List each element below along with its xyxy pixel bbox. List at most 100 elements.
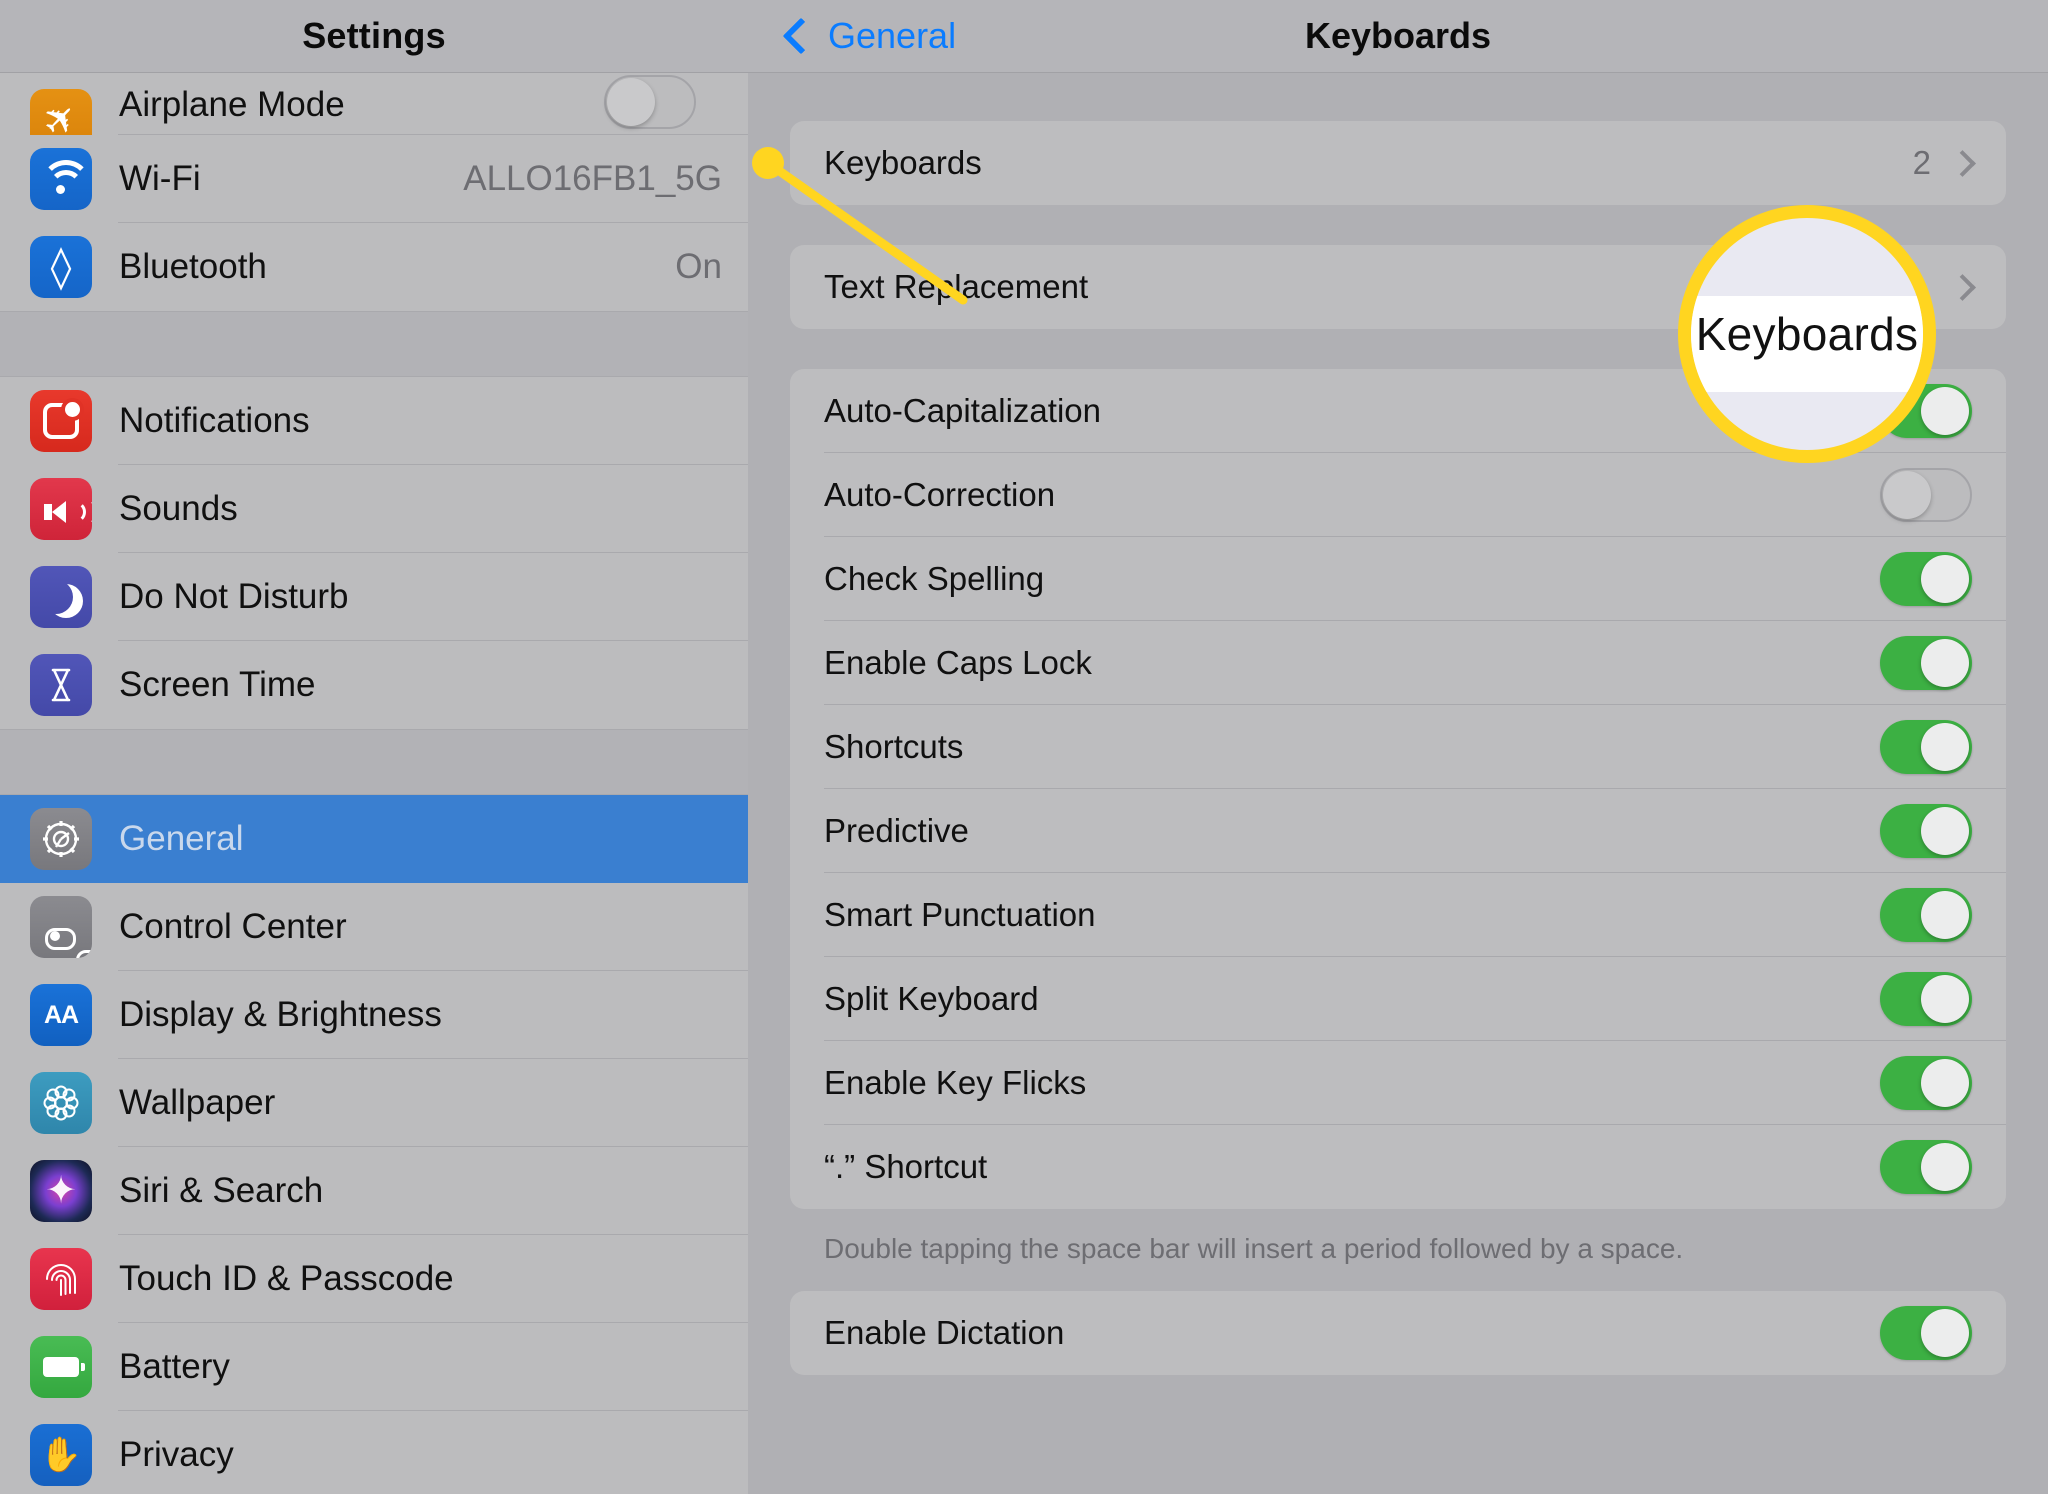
hourglass-icon	[30, 654, 92, 716]
row-label: Enable Caps Lock	[824, 644, 1092, 681]
sidebar-item-label: Privacy	[119, 1435, 234, 1474]
row-smart-punctuation[interactable]: Smart Punctuation	[790, 873, 2006, 957]
sidebar-item-label: Control Center	[119, 907, 347, 946]
chevron-right-icon	[1949, 149, 1976, 177]
fingerprint-icon	[30, 1248, 92, 1310]
flower-glyph	[43, 1085, 79, 1121]
magnifier-callout: Keyboards	[1678, 205, 1936, 463]
row-enable-key-flicks[interactable]: Enable Key Flicks	[790, 1041, 2006, 1125]
sidebar-item-label: Notifications	[119, 401, 310, 440]
sidebar-item-sounds[interactable]: Sounds	[0, 465, 748, 553]
wifi-icon	[30, 148, 92, 210]
sidebar-group-divider	[0, 311, 748, 377]
sidebar-item-label: Bluetooth	[119, 247, 267, 286]
sidebar-item-wi-fi[interactable]: Wi-Fi ALLO16FB1_5G	[0, 135, 748, 223]
row-label: Check Spelling	[824, 560, 1045, 597]
sidebar-item-label: Battery	[119, 1347, 230, 1386]
gear-icon	[30, 808, 92, 870]
ipad-settings-app: Settings Airplane Mode Wi-Fi A	[0, 0, 2048, 1494]
bluetooth-state-value: On	[675, 247, 722, 286]
gear-glyph	[43, 821, 79, 857]
siri-icon: ✦	[30, 1160, 92, 1222]
sidebar-item-notifications[interactable]: Notifications	[0, 377, 748, 465]
row-label: Smart Punctuation	[824, 896, 1096, 933]
sidebar-item-do-not-disturb[interactable]: Do Not Disturb	[0, 553, 748, 641]
row-label: Shortcuts	[824, 728, 964, 765]
notifications-icon	[30, 390, 92, 452]
row-label: “.” Shortcut	[824, 1148, 988, 1185]
row-enable-caps-lock[interactable]: Enable Caps Lock	[790, 621, 2006, 705]
sidebar-item-label: Do Not Disturb	[119, 577, 349, 616]
moon-icon	[30, 566, 92, 628]
sounds-icon	[30, 478, 92, 540]
row-keyboards[interactable]: Keyboards 2	[790, 121, 2006, 205]
sidebar-item-label: Airplane Mode	[119, 85, 345, 124]
toggle-enable-dictation[interactable]	[1880, 1306, 1972, 1360]
control-center-icon	[30, 896, 92, 958]
toggle-shortcuts[interactable]	[1880, 720, 1972, 774]
wallpaper-icon	[30, 1072, 92, 1134]
row-label: Text Replacement	[824, 268, 1089, 305]
sidebar-item-siri-search[interactable]: ✦ Siri & Search	[0, 1147, 748, 1235]
row-auto-correction[interactable]: Auto-Correction	[790, 453, 2006, 537]
row-predictive[interactable]: Predictive	[790, 789, 2006, 873]
row-label: Enable Dictation	[824, 1314, 1065, 1351]
toggle-smart-punctuation[interactable]	[1880, 888, 1972, 942]
back-button-general[interactable]: General	[782, 15, 957, 57]
sidebar-item-label: Siri & Search	[119, 1171, 324, 1210]
settings-sidebar: Settings Airplane Mode Wi-Fi A	[0, 0, 748, 1494]
dictation-group: Enable Dictation	[790, 1291, 2006, 1375]
sidebar-item-screen-time[interactable]: Screen Time	[0, 641, 748, 729]
toggle-predictive[interactable]	[1880, 804, 1972, 858]
row-enable-dictation[interactable]: Enable Dictation	[790, 1291, 2006, 1375]
toggle-enable-caps-lock[interactable]	[1880, 636, 1972, 690]
keyboards-detail-pane: General Keyboards Keyboards 2 Text Repla…	[748, 0, 2048, 1494]
sidebar-item-label: Sounds	[119, 489, 238, 528]
period-shortcut-footnote: Double tapping the space bar will insert…	[824, 1233, 1684, 1264]
settings-title: Settings	[302, 15, 446, 56]
chevron-left-icon	[782, 17, 820, 55]
row-label: Keyboards	[824, 144, 982, 181]
display-brightness-icon	[30, 984, 92, 1046]
chevron-right-icon	[1949, 273, 1976, 301]
sidebar-item-control-center[interactable]: Control Center	[0, 883, 748, 971]
sidebar-item-airplane-mode[interactable]: Airplane Mode	[0, 73, 748, 151]
wifi-network-value: ALLO16FB1_5G	[463, 159, 722, 198]
back-button-label: General	[828, 15, 957, 56]
toggle-enable-key-flicks[interactable]	[1880, 1056, 1972, 1110]
sidebar-item-privacy[interactable]: ✋ Privacy	[0, 1411, 748, 1494]
row-split-keyboard[interactable]: Split Keyboard	[790, 957, 2006, 1041]
sidebar-header: Settings	[0, 0, 748, 73]
row-label: Auto-Capitalization	[824, 392, 1101, 429]
airplane-mode-toggle[interactable]	[604, 75, 696, 129]
row-shortcuts[interactable]: Shortcuts	[790, 705, 2006, 789]
sidebar-group-divider-2	[0, 729, 748, 795]
sidebar-item-label: Screen Time	[119, 665, 316, 704]
row-label: Auto-Correction	[824, 476, 1056, 513]
toggle-auto-correction[interactable]	[1880, 468, 1972, 522]
row-check-spelling[interactable]: Check Spelling	[790, 537, 2006, 621]
sidebar-item-bluetooth[interactable]: ◊ Bluetooth On	[0, 223, 748, 311]
keyboard-options-group: Auto-Capitalization Auto-Correction Chec…	[790, 369, 2006, 1209]
toggle-split-keyboard[interactable]	[1880, 972, 1972, 1026]
toggle-check-spelling[interactable]	[1880, 552, 1972, 606]
sidebar-item-wallpaper[interactable]: Wallpaper	[0, 1059, 748, 1147]
hourglass-glyph	[51, 668, 71, 702]
row-period-shortcut[interactable]: “.” Shortcut	[790, 1125, 2006, 1209]
sidebar-item-touch-id-passcode[interactable]: Touch ID & Passcode	[0, 1235, 748, 1323]
sidebar-item-label: Wallpaper	[119, 1083, 276, 1122]
sidebar-item-battery[interactable]: Battery	[0, 1323, 748, 1411]
battery-icon	[30, 1336, 92, 1398]
row-label: Predictive	[824, 812, 969, 849]
bluetooth-icon: ◊	[30, 236, 92, 298]
sidebar-item-label: General	[119, 819, 244, 858]
fingerprint-glyph	[46, 1264, 76, 1296]
magnifier-label: Keyboards	[1695, 308, 1919, 360]
sidebar-item-general[interactable]: General	[0, 795, 748, 883]
sidebar-item-label: Wi-Fi	[119, 159, 201, 198]
toggle-period-shortcut[interactable]	[1880, 1140, 1972, 1194]
keyboards-group: Keyboards 2	[790, 121, 2006, 205]
sidebar-item-label: Display & Brightness	[119, 995, 442, 1034]
sidebar-scroll-area[interactable]: Airplane Mode Wi-Fi ALLO16FB1_5G	[0, 73, 748, 1494]
sidebar-item-display-brightness[interactable]: Display & Brightness	[0, 971, 748, 1059]
